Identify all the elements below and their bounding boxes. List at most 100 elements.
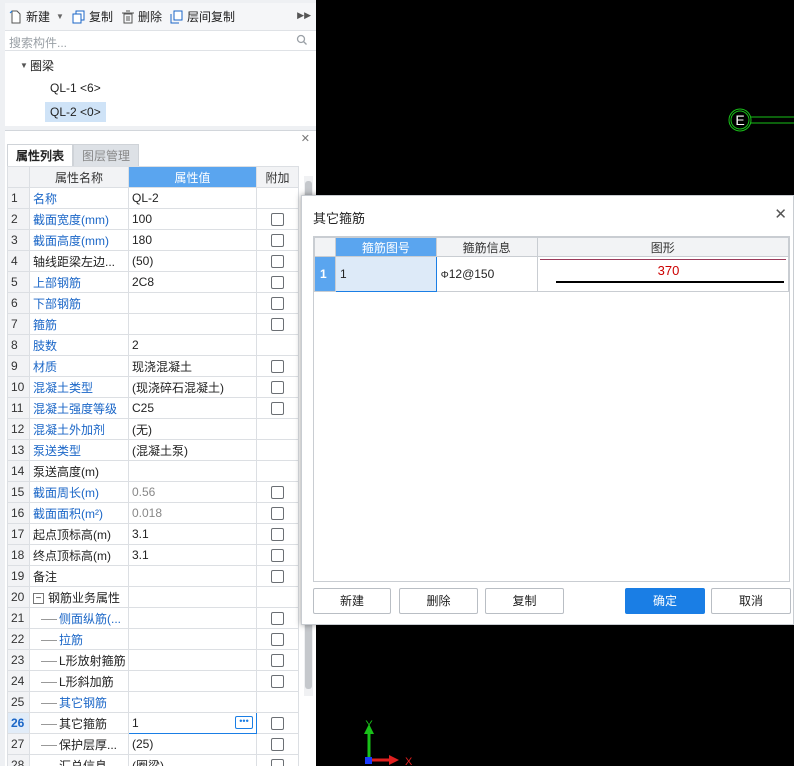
property-value[interactable]: (25) xyxy=(128,733,257,755)
extra-checkbox[interactable] xyxy=(271,402,284,416)
axis-marker[interactable]: E xyxy=(725,100,794,145)
property-value[interactable]: QL-2 xyxy=(128,187,257,209)
grid-cell-shape[interactable]: 370 xyxy=(536,256,790,292)
property-value[interactable] xyxy=(128,586,257,608)
extra-checkbox[interactable] xyxy=(271,570,284,584)
table-row[interactable]: 9 材质 现浇混凝土 xyxy=(7,355,299,377)
property-value[interactable] xyxy=(128,607,257,629)
property-value[interactable] xyxy=(128,628,257,650)
dialog-delete-button[interactable]: 删除 xyxy=(399,588,478,614)
new-dropdown-arrow-icon[interactable]: ▼ xyxy=(56,12,64,21)
property-value[interactable]: 2C8 xyxy=(128,271,257,293)
table-row[interactable]: 21 侧面纵筋(... xyxy=(7,607,299,629)
extra-checkbox[interactable] xyxy=(271,276,284,290)
property-value[interactable]: 3.1 xyxy=(128,544,257,566)
property-value[interactable]: 2 xyxy=(128,334,257,356)
panel-close-icon[interactable]: ✕ xyxy=(301,132,310,145)
table-row[interactable]: 20− 钢筋业务属性 xyxy=(7,586,299,608)
delete-button[interactable]: 删除 xyxy=(117,6,166,28)
property-value[interactable] xyxy=(128,565,257,587)
extra-checkbox[interactable] xyxy=(271,654,284,668)
table-row[interactable]: 11 混凝土强度等级 C25 xyxy=(7,397,299,419)
table-row[interactable]: 7 箍筋 xyxy=(7,313,299,335)
table-row[interactable]: 23 L形放射箍筋 xyxy=(7,649,299,671)
property-value[interactable] xyxy=(128,460,257,482)
table-row[interactable]: 24 L形斜加筋 xyxy=(7,670,299,692)
dialog-close-icon[interactable]: ✕ xyxy=(774,205,787,223)
property-value[interactable]: 现浇混凝土 xyxy=(128,355,257,377)
search-icon[interactable] xyxy=(296,34,308,46)
extra-checkbox[interactable] xyxy=(271,738,284,752)
table-row[interactable]: 1 名称 QL-2 xyxy=(7,187,299,209)
table-row[interactable]: 18 终点顶标高(m) 3.1 xyxy=(7,544,299,566)
property-value[interactable] xyxy=(128,313,257,335)
tab-layer-management[interactable]: 图层管理 xyxy=(73,144,140,166)
toolbar-more-icon[interactable]: ▶▶ xyxy=(297,10,311,21)
extra-checkbox[interactable] xyxy=(271,297,284,311)
component-search-input[interactable]: 搜索构件... xyxy=(5,31,316,51)
table-row[interactable]: 19 备注 xyxy=(7,565,299,587)
property-value[interactable]: C25 xyxy=(128,397,257,419)
copy-button[interactable]: 复制 xyxy=(68,6,117,28)
property-value[interactable]: (圈梁) xyxy=(128,754,257,766)
table-row[interactable]: 15 截面周长(m) 0.56 xyxy=(7,481,299,503)
table-row[interactable]: 8 肢数 2 xyxy=(7,334,299,356)
grid-cell-shape-number[interactable]: 1 xyxy=(334,256,437,292)
table-row[interactable]: 3 截面高度(mm) 180 xyxy=(7,229,299,251)
new-button[interactable]: 新建 xyxy=(5,6,54,28)
grid-header-stirrup-info[interactable]: 箍筋信息 xyxy=(435,237,538,257)
property-value[interactable]: 0.56 xyxy=(128,481,257,503)
table-row[interactable]: 28 汇总信息 (圈梁) xyxy=(7,754,299,766)
tree-item-ql2[interactable]: QL-2 <0> xyxy=(45,102,106,122)
table-row[interactable]: 16 截面面积(m²) 0.018 xyxy=(7,502,299,524)
property-value[interactable]: 180 xyxy=(128,229,257,251)
table-row[interactable]: 14 泵送高度(m) xyxy=(7,460,299,482)
table-row[interactable]: 10 混凝土类型 (现浇碎石混凝土) xyxy=(7,376,299,398)
extra-checkbox[interactable] xyxy=(271,612,284,626)
tab-property-list[interactable]: 属性列表 xyxy=(7,144,74,166)
table-row[interactable]: 12 混凝土外加剂 (无) xyxy=(7,418,299,440)
extra-checkbox[interactable] xyxy=(271,486,284,500)
property-value[interactable] xyxy=(128,691,257,713)
grid-cell-stirrup-info[interactable]: Φ12@150 xyxy=(435,256,538,292)
property-value[interactable]: 3.1 xyxy=(128,523,257,545)
extra-checkbox[interactable] xyxy=(271,633,284,647)
extra-checkbox[interactable] xyxy=(271,549,284,563)
layer-copy-button[interactable]: 层间复制 xyxy=(166,6,239,28)
extra-checkbox[interactable] xyxy=(271,507,284,521)
extra-checkbox[interactable] xyxy=(271,360,284,374)
collapse-group-icon[interactable]: − xyxy=(33,592,44,604)
dialog-ok-button[interactable]: 确定 xyxy=(625,588,705,614)
property-value[interactable] xyxy=(128,649,257,671)
extra-checkbox[interactable] xyxy=(271,717,284,731)
extra-checkbox[interactable] xyxy=(271,255,284,269)
property-value[interactable]: (混凝土泵) xyxy=(128,439,257,461)
dialog-cancel-button[interactable]: 取消 xyxy=(711,588,791,614)
extra-checkbox[interactable] xyxy=(271,234,284,248)
extra-checkbox[interactable] xyxy=(271,213,284,227)
table-row[interactable]: 1 1 Φ12@150 370 xyxy=(314,256,790,292)
dialog-copy-button[interactable]: 复制 xyxy=(485,588,564,614)
extra-checkbox[interactable] xyxy=(271,528,284,542)
property-value[interactable]: (现浇碎石混凝土) xyxy=(128,376,257,398)
property-value[interactable]: 1 ••• xyxy=(128,712,257,734)
tree-item-ql1[interactable]: QL-1 <6> xyxy=(45,78,106,98)
property-value[interactable]: 100 xyxy=(128,208,257,230)
extra-checkbox[interactable] xyxy=(271,759,284,766)
tree-root-ring-beam[interactable]: 圈梁 xyxy=(30,57,54,74)
table-row[interactable]: 17 起点顶标高(m) 3.1 xyxy=(7,523,299,545)
grid-header-shape-number[interactable]: 箍筋图号 xyxy=(334,237,437,257)
tree-collapse-icon[interactable]: ▼ xyxy=(20,61,28,70)
grid-header-shape[interactable]: 图形 xyxy=(536,237,790,257)
property-value[interactable]: 0.018 xyxy=(128,502,257,524)
extra-checkbox[interactable] xyxy=(271,318,284,332)
table-row[interactable]: 22 拉筋 xyxy=(7,628,299,650)
table-row[interactable]: 6 下部钢筋 xyxy=(7,292,299,314)
table-row[interactable]: 2 截面宽度(mm) 100 xyxy=(7,208,299,230)
table-row[interactable]: 27 保护层厚... (25) xyxy=(7,733,299,755)
property-value[interactable] xyxy=(128,292,257,314)
property-value[interactable] xyxy=(128,670,257,692)
table-row[interactable]: 26 其它箍筋 1 ••• xyxy=(7,712,299,734)
table-row[interactable]: 5 上部钢筋 2C8 xyxy=(7,271,299,293)
table-row[interactable]: 25 其它钢筋 xyxy=(7,691,299,713)
